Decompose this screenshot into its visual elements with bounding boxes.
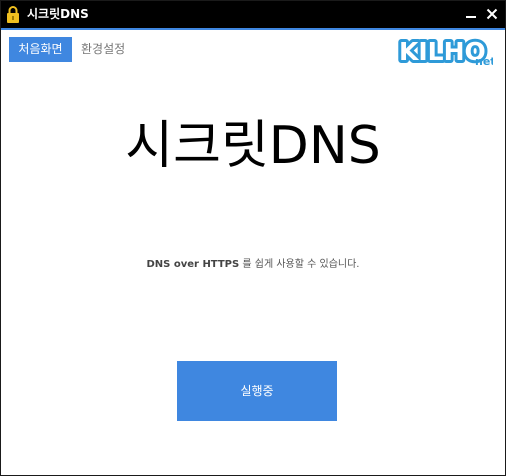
lock-icon [6,5,20,24]
window-title: 시크릿DNS [27,7,89,21]
title-accent-line [1,28,505,30]
settings-link[interactable]: 환경설정 [81,37,125,62]
description-rest: 를 쉽게 사용할 수 있습니다. [239,259,360,270]
description-emphasis: DNS over HTTPS [146,259,240,270]
kilho-logo[interactable]: KILHO KILHO net [393,33,496,69]
logo-suffix: net [475,55,493,68]
title-bar: 시크릿DNS [1,1,505,28]
run-button[interactable]: 실행중 [177,361,337,421]
logo-text-inner: KILHO [399,37,486,66]
description-text: DNS over HTTPS 를 쉽게 사용할 수 있습니다. [1,258,505,272]
app-window: 시크릿DNS 처음화면 환경설정 KILHO KILHO net 시크릿DNS … [0,0,506,476]
home-button[interactable]: 처음화면 [9,37,72,62]
app-heading: 시크릿DNS [125,116,381,176]
close-icon[interactable] [482,5,502,24]
minimize-icon[interactable] [461,5,481,24]
